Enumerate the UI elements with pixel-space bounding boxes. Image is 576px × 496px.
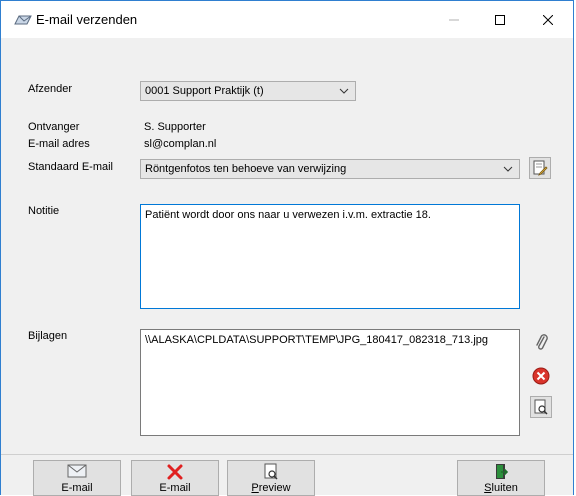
note-textarea[interactable]: Patiënt wordt door ons naar u verwezen i…	[140, 204, 520, 309]
attachments-list[interactable]: \\ALASKA\CPLDATA\SUPPORT\TEMP\JPG_180417…	[140, 329, 520, 436]
paperclip-icon	[536, 334, 548, 350]
form-area: Afzender 0001 Support Praktijk (t) Ontva…	[8, 38, 566, 455]
edit-template-button[interactable]	[529, 157, 551, 179]
red-cross-icon	[167, 464, 183, 480]
button-bar: E-mail E-mail Preview Sluiten	[1, 454, 573, 496]
email-dialog: E-mail verzenden Afzender 0001 Support P…	[0, 0, 574, 496]
chevron-down-icon	[503, 166, 513, 172]
edit-document-icon	[533, 160, 548, 176]
mail-app-icon	[14, 15, 32, 25]
maximize-button[interactable]	[477, 1, 523, 38]
template-value: Röntgenfotos ten behoeve van verwijzing	[145, 163, 347, 175]
note-text: Patiënt wordt door ons naar u verwezen i…	[145, 209, 431, 221]
view-attachment-button[interactable]	[530, 396, 552, 418]
window-title: E-mail verzenden	[36, 12, 138, 27]
close-button[interactable]: Sluiten	[457, 460, 545, 496]
close-icon	[543, 14, 553, 25]
recipient-label: Ontvanger	[28, 121, 80, 133]
chevron-down-icon	[339, 88, 349, 94]
sender-value: 0001 Support Praktijk (t)	[145, 85, 264, 97]
title-bar: E-mail verzenden	[1, 1, 573, 38]
maximize-icon	[495, 14, 505, 25]
delete-email-label: E-mail	[159, 482, 191, 494]
recipient-value: S. Supporter	[144, 121, 206, 133]
note-label: Notitie	[28, 205, 60, 217]
preview-icon	[264, 463, 278, 480]
attachments-label: Bijlagen	[28, 330, 68, 342]
sender-select[interactable]: 0001 Support Praktijk (t)	[140, 81, 356, 101]
delete-icon	[532, 367, 550, 385]
preview-label: Preview	[251, 482, 291, 494]
close-window-button[interactable]	[525, 1, 571, 38]
template-label: Standaard E-mail	[28, 161, 113, 173]
minimize-icon	[449, 19, 459, 20]
envelope-icon	[67, 464, 87, 478]
view-document-icon	[534, 399, 548, 415]
preview-button[interactable]: Preview	[227, 460, 315, 496]
sender-label: Afzender	[28, 83, 73, 95]
email-address-value: sl@complan.nl	[144, 138, 217, 150]
send-email-button[interactable]: E-mail	[33, 460, 121, 496]
email-address-label: E-mail adres	[28, 138, 90, 150]
send-email-label: E-mail	[61, 482, 93, 494]
minimize-button[interactable]	[431, 1, 477, 38]
delete-email-button[interactable]: E-mail	[131, 460, 219, 496]
attachment-item[interactable]: \\ALASKA\CPLDATA\SUPPORT\TEMP\JPG_180417…	[145, 334, 488, 346]
close-label: Sluiten	[484, 482, 518, 494]
remove-attachment-button[interactable]	[530, 365, 552, 387]
template-select[interactable]: Röntgenfotos ten behoeve van verwijzing	[140, 159, 520, 179]
exit-door-icon	[496, 464, 509, 479]
add-attachment-button[interactable]	[531, 332, 553, 354]
